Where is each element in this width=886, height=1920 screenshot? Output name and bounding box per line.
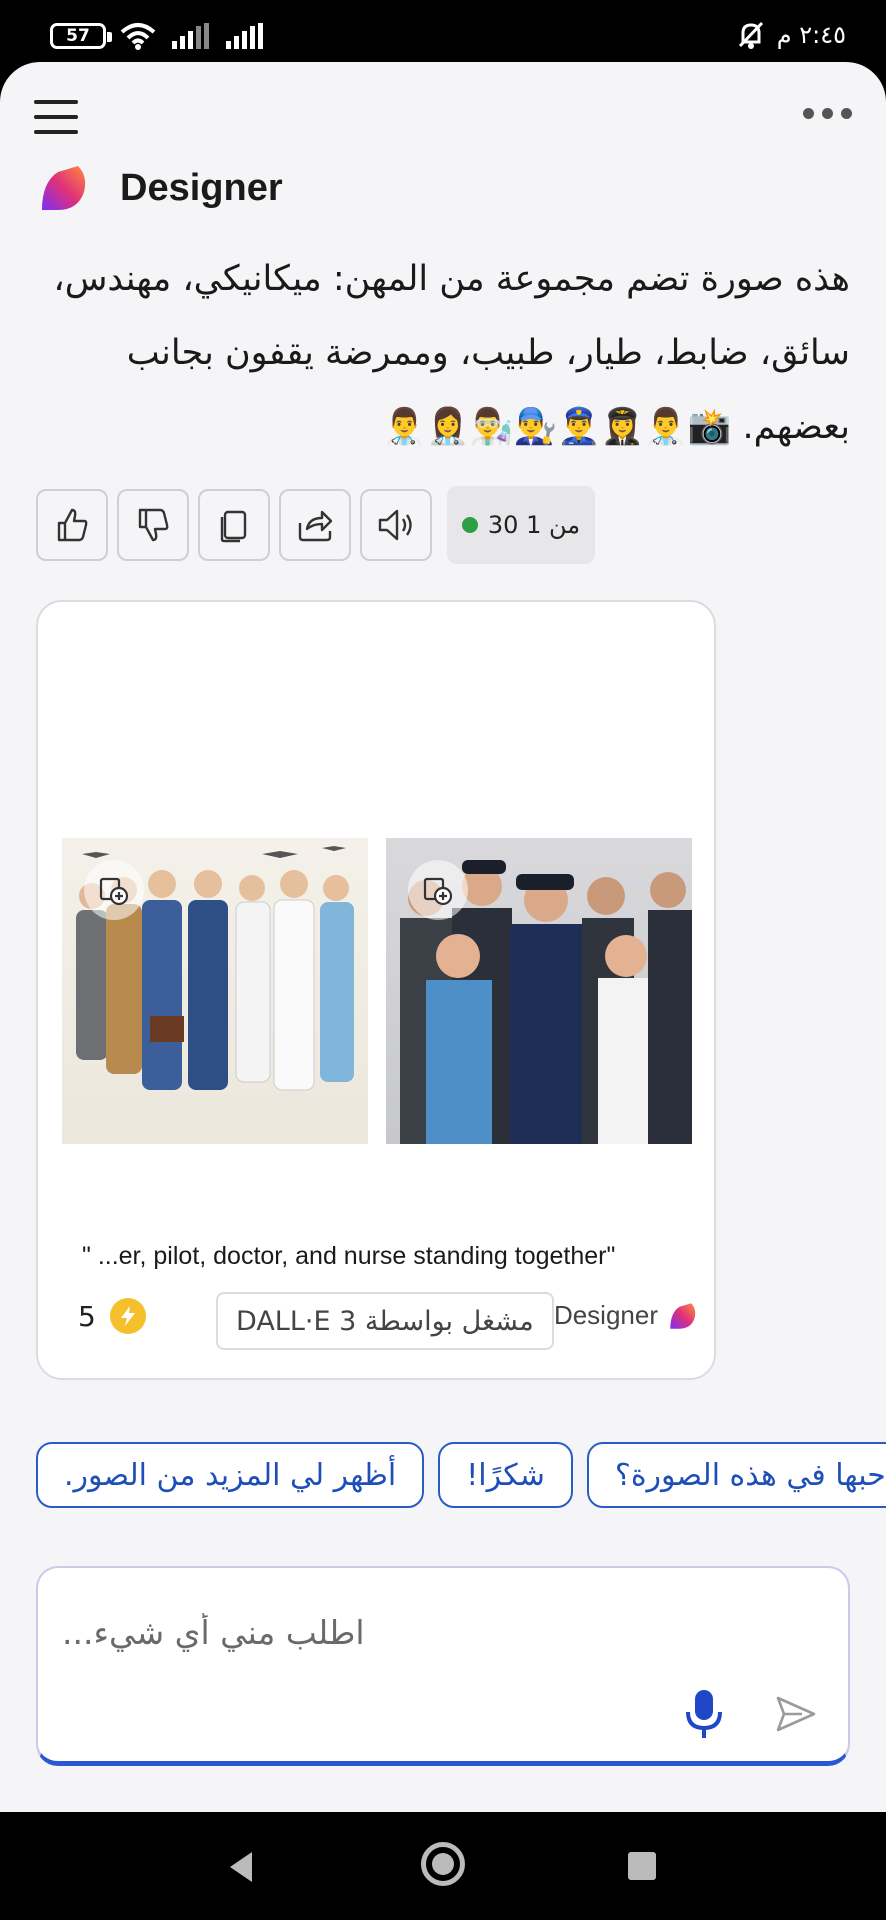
add-image-button-2[interactable]	[408, 860, 468, 920]
copy-button[interactable]	[198, 489, 270, 561]
signal-icon-2	[226, 23, 263, 49]
dislike-button[interactable]	[117, 489, 189, 561]
copy-icon	[220, 510, 247, 543]
suggestion-chip-more-images[interactable]: أظهر لي المزيد من الصور.	[36, 1442, 425, 1508]
clock: ٢:٤٥ م	[776, 21, 846, 49]
notifications-off-icon	[738, 21, 763, 49]
bolt-icon	[109, 1298, 146, 1334]
suggestion-chip-question[interactable]: حبها في هذه الصورة؟	[586, 1442, 886, 1508]
status-left: 57	[50, 22, 264, 50]
copy-add-icon	[423, 877, 453, 906]
assistant-message: هذه صورة تضم مجموعة من المهن: ميكانيكي، …	[53, 259, 850, 447]
status-dot	[461, 517, 478, 533]
generated-image-2[interactable]	[386, 838, 692, 1144]
speaker-icon	[378, 509, 412, 541]
designer-brand[interactable]: Designer	[554, 1300, 698, 1331]
back-icon[interactable]	[226, 1850, 256, 1884]
copy-add-icon	[99, 877, 129, 906]
wifi-icon	[120, 23, 156, 50]
chat-input[interactable]	[62, 1602, 822, 1662]
status-right: ٢:٤٥ م	[737, 20, 846, 50]
signal-icon	[172, 23, 209, 49]
image-prompt-caption: " ...er, pilot, doctor, and nurse standi…	[82, 1242, 616, 1270]
designer-logo-icon	[670, 1302, 696, 1329]
suggestion-chip-thanks[interactable]: شكرًا!	[438, 1442, 573, 1508]
designer-logo-icon	[42, 166, 86, 210]
send-icon	[776, 1696, 816, 1732]
thumbs-down-icon	[138, 508, 169, 542]
chat-app: Designer هذه صورة تضم مجموعة من المهن: م…	[0, 62, 886, 1812]
battery-icon: 57	[50, 23, 112, 49]
menu-icon[interactable]	[34, 100, 78, 134]
share-icon	[298, 510, 333, 542]
like-button[interactable]	[36, 489, 108, 561]
more-options-icon[interactable]	[803, 108, 852, 119]
microphone-icon	[686, 1690, 722, 1738]
thumbs-up-icon	[57, 508, 88, 542]
chat-input-box	[36, 1566, 850, 1766]
brand-name: Designer	[553, 1300, 658, 1330]
system-nav-bar	[0, 1812, 886, 1920]
top-bar	[0, 62, 886, 172]
credits-count: 5	[78, 1299, 96, 1333]
generated-images	[62, 838, 692, 1144]
send-button[interactable]	[774, 1692, 818, 1740]
read-aloud-button[interactable]	[360, 489, 432, 561]
counter-text: 30 من 1	[487, 511, 581, 539]
add-image-button[interactable]	[84, 860, 144, 920]
home-icon[interactable]	[421, 1842, 465, 1886]
generated-image-1[interactable]	[62, 838, 368, 1144]
powered-by-badge[interactable]: مشغل بواسطة DALL·E 3	[216, 1292, 554, 1350]
microphone-button[interactable]	[684, 1688, 724, 1744]
image-result-card: " ...er, pilot, doctor, and nurse standi…	[36, 600, 716, 1380]
designer-header: Designer	[38, 162, 283, 214]
battery-level: 57	[66, 26, 90, 46]
recent-apps-icon[interactable]	[628, 1852, 656, 1880]
designer-title: Designer	[120, 166, 283, 209]
image-card-footer: 5 مشغل بواسطة DALL·E 3 Designer	[78, 1292, 698, 1352]
response-counter: 30 من 1	[447, 486, 595, 564]
message-actions: 30 من 1	[36, 486, 595, 564]
boost-credits: 5	[78, 1298, 146, 1334]
suggestion-chips: أظهر لي المزيد من الصور. شكرًا! حبها في …	[36, 1442, 886, 1508]
share-button[interactable]	[279, 489, 351, 561]
